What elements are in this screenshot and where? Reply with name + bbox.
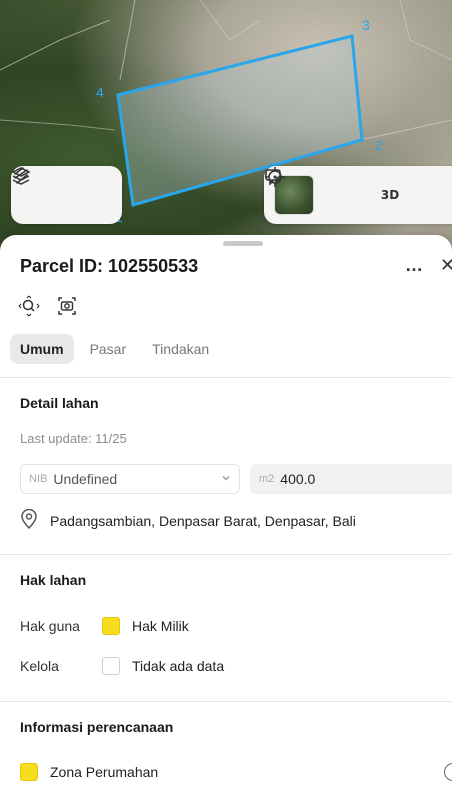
info-icon[interactable]: [444, 763, 452, 781]
locate-icon[interactable]: [265, 167, 358, 207]
hak-section-title: Hak lahan: [20, 572, 87, 588]
tab-pasar[interactable]: Pasar: [80, 334, 137, 364]
area-value: 400.0: [280, 471, 316, 487]
last-update: Last update: 11/25: [20, 431, 127, 446]
parcel-detail-sheet: Parcel ID: 102550533 … ✕ Umum Pasar Tind…: [0, 235, 452, 804]
row-key: Hak guna: [20, 618, 80, 634]
kelola-row: Kelola Tidak ada data: [20, 657, 224, 675]
camera-icon[interactable]: [56, 295, 78, 322]
area-prefix: m2: [259, 473, 275, 485]
vertex-label-4: 4: [96, 84, 104, 100]
nib-value: Undefined: [53, 471, 118, 487]
view-3d-label: 3D: [380, 188, 400, 202]
map-view[interactable]: 1 2 3 4 3D: [0, 0, 452, 260]
location-text: Padangsambian, Denpasar Barat, Denpasar,…: [50, 512, 356, 529]
close-button[interactable]: ✕: [440, 255, 452, 276]
tab-bar: Umum Pasar Tindakan: [10, 334, 219, 364]
row-value: Tidak ada data: [132, 658, 225, 674]
search-location-icon[interactable]: [18, 295, 40, 322]
location-pin-icon: [20, 508, 38, 532]
parcel-title: Parcel ID: 102550533: [20, 256, 199, 276]
status-swatch: [102, 657, 120, 675]
nib-prefix: NIB: [29, 473, 48, 485]
divider: [0, 701, 452, 702]
vertex-label-3: 3: [362, 17, 370, 33]
view-3d-button[interactable]: 3D: [378, 183, 402, 207]
path-icon[interactable]: [14, 167, 99, 207]
zone-row: Zona Perumahan: [20, 763, 158, 781]
row-key: Kelola: [20, 658, 59, 674]
planning-section-title: Informasi perencanaan: [20, 719, 174, 735]
location-row: Padangsambian, Denpasar Barat, Denpasar,…: [20, 508, 356, 532]
divider: [0, 554, 452, 555]
row-value: Hak Milik: [132, 618, 189, 634]
layers-icon[interactable]: [11, 167, 47, 207]
divider: [0, 377, 452, 378]
zone-label: Zona Perumahan: [50, 764, 159, 780]
vertex-label-2: 2: [375, 137, 383, 153]
nib-field[interactable]: NIB Undefined: [20, 464, 240, 494]
more-options-button[interactable]: …: [405, 255, 424, 276]
status-swatch: [102, 617, 120, 635]
tab-umum[interactable]: Umum: [10, 334, 74, 364]
chevron-down-icon: [221, 473, 231, 486]
area-field[interactable]: m2 400.0: [250, 464, 452, 494]
map-tools-left: [11, 166, 122, 224]
sheet-tools: [18, 295, 78, 322]
map-tools-right: 3D: [264, 166, 452, 224]
detail-section-title: Detail lahan: [20, 395, 99, 411]
zone-swatch: [20, 763, 38, 781]
tab-tindakan[interactable]: Tindakan: [142, 334, 219, 364]
hak-guna-row: Hak guna Hak Milik: [20, 617, 189, 635]
street-view-icon[interactable]: [265, 169, 446, 207]
drag-handle[interactable]: [223, 241, 263, 246]
